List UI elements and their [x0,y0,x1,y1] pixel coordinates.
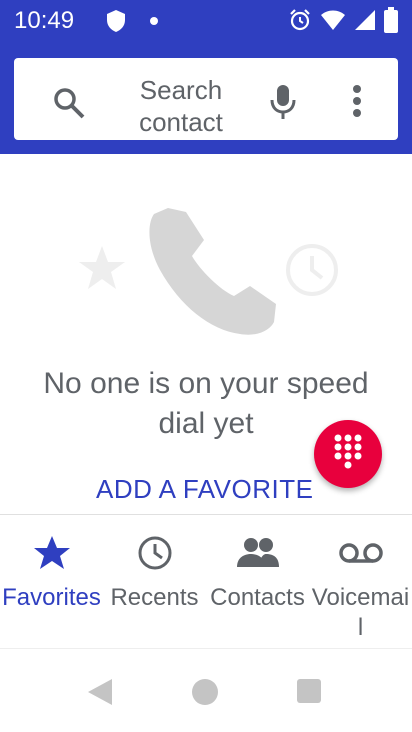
alarm-icon [288,8,312,37]
people-icon [206,533,309,573]
shield-icon [106,9,126,38]
dialpad-button[interactable] [314,420,382,488]
notification-dot-icon [150,17,158,25]
tab-favorites[interactable]: Favorites [0,533,103,613]
star-icon [0,533,103,573]
system-nav-bar [0,648,412,732]
search-input[interactable]: Search contact [126,74,236,140]
back-icon[interactable] [86,677,114,712]
bottom-tab-bar: Favorites Recents Contacts Voicemail [0,514,412,648]
tab-recents[interactable]: Recents [103,533,206,613]
tab-contacts[interactable]: Contacts [206,533,309,613]
mic-icon[interactable] [268,84,298,125]
search-region: Search contact [0,44,412,154]
status-icons [288,7,398,38]
favorites-empty-state: No one is on your speed dial yet ADD A F… [0,154,412,514]
search-bar[interactable]: Search contact [14,58,398,140]
voicemail-icon [309,533,412,573]
status-time: 10:49 [14,7,75,34]
battery-icon [384,7,398,38]
tab-label: Contacts [210,584,305,611]
recent-apps-icon[interactable] [297,679,321,703]
more-options-icon[interactable] [352,84,362,123]
signal-icon [354,9,376,36]
speed-dial-illustration-icon [70,174,350,349]
dialpad-icon [333,433,363,476]
search-icon[interactable] [52,86,86,125]
status-bar: 10:49 [0,0,412,44]
tab-label: Recents [110,584,199,611]
clock-icon [103,533,206,573]
tab-voicemail[interactable]: Voicemail [309,533,412,643]
tab-label: Voicemail [311,584,410,641]
home-icon[interactable] [192,679,218,705]
wifi-icon [320,9,346,36]
add-favorite-button[interactable]: ADD A FAVORITE [96,474,313,505]
tab-label: Favorites [2,584,101,611]
